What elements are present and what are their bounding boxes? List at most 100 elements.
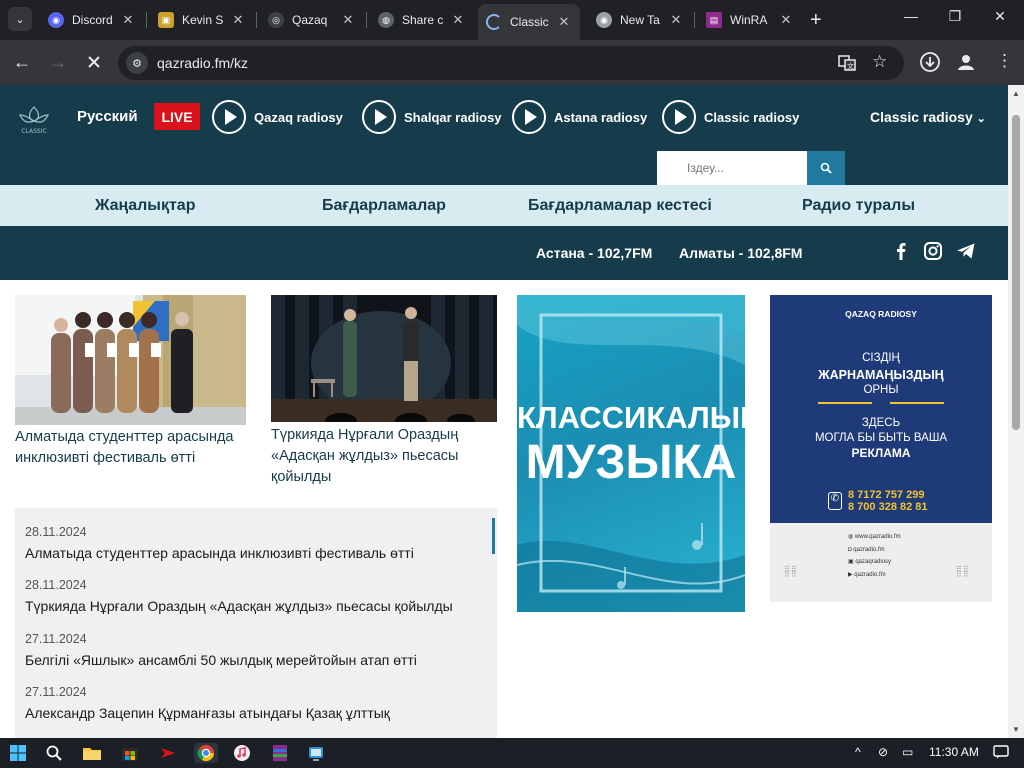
translate-icon[interactable]: 文: [838, 54, 856, 76]
tray-chevron-icon[interactable]: ^: [855, 745, 861, 759]
url-text[interactable]: qazradio.fm/kz: [157, 55, 248, 71]
notification-icon[interactable]: [993, 745, 1009, 762]
search-button[interactable]: [807, 151, 845, 185]
news-image-theatre[interactable]: [271, 295, 497, 422]
network-app-icon[interactable]: [306, 743, 326, 763]
address-bar[interactable]: ⚙ qazradio.fm/kz 文 ☆: [118, 46, 904, 80]
news-list-item-title[interactable]: Белгілі «Яшлык» ансамблі 50 жылдық мерей…: [25, 652, 417, 668]
profile-icon[interactable]: [955, 51, 977, 78]
close-tab-icon[interactable]: ✕: [230, 12, 246, 28]
ad-ru-line3: РЕКЛАМА: [851, 446, 911, 460]
tab-title: Classic: [510, 15, 549, 29]
tab-title: Discord: [72, 13, 113, 27]
news-list-item-title[interactable]: Александр Зацепин Құрманғазы атындағы Қа…: [25, 705, 390, 721]
search-input[interactable]: [657, 151, 807, 185]
news-list-scrollbar[interactable]: [492, 518, 495, 554]
browser-tab-strip: ⌄ ◉ Discord ✕ ▣ Kevin S ✕ ◎ Qazaq ✕ ◍ Sh…: [0, 0, 1024, 40]
news-image-festival[interactable]: [15, 295, 246, 425]
advertisement-banner[interactable]: QAZAQ RADIOSY СІЗДІҢ ЖАРНАМАҢЫЗДЫҢ ОРНЫ …: [770, 295, 992, 602]
app-red-icon[interactable]: [158, 743, 178, 763]
ad-ru-line2: МОГЛА БЫ БЫТЬ ВАША: [814, 432, 948, 444]
close-window-button[interactable]: ✕: [985, 8, 1015, 25]
news-date: 28.11.2024: [25, 578, 87, 592]
tab-winrar[interactable]: ▤ WinRA ✕: [698, 5, 802, 35]
radio-label: Shalqar radiosy: [404, 109, 502, 125]
discord-icon: ◉: [48, 12, 64, 28]
bookmark-star-icon[interactable]: ☆: [872, 52, 887, 72]
stop-loading-button[interactable]: [82, 54, 106, 75]
instagram-icon[interactable]: [922, 240, 944, 262]
banner-music-line1: КЛАССИКАЛЫҚ: [517, 400, 745, 435]
page-scrollbar[interactable]: ▲ ▼: [1008, 85, 1024, 738]
forward-button[interactable]: →: [46, 52, 70, 73]
ad-brand: QAZAQ RADIOSY: [845, 309, 917, 319]
phone-icon: ✆: [828, 492, 842, 510]
loading-icon: [486, 14, 502, 30]
itunes-icon[interactable]: [232, 743, 252, 763]
tab-classic[interactable]: Classic ✕: [478, 4, 580, 40]
radio-select-dropdown[interactable]: Classic radiosy ⌄: [870, 109, 986, 125]
live-badge[interactable]: LIVE: [154, 103, 200, 130]
play-icon[interactable]: [662, 100, 696, 134]
news-list-item-title[interactable]: Түркияда Нұрғали Ораздың «Адасқан жұлдыз…: [25, 598, 453, 614]
radio-qazaq-link[interactable]: Qazaq radiosy: [212, 100, 343, 134]
language-switch[interactable]: Русский: [77, 108, 138, 125]
tray-display-icon[interactable]: ▭: [902, 745, 913, 759]
play-icon[interactable]: [212, 100, 246, 134]
tab-share[interactable]: ◍ Share c ✕: [370, 5, 474, 35]
tab-qazaq[interactable]: ◎ Qazaq ✕: [260, 5, 364, 35]
search-icon[interactable]: [44, 743, 64, 763]
close-tab-icon[interactable]: ✕: [340, 12, 356, 28]
svg-text:文: 文: [847, 62, 854, 71]
frequency-astana: Астана - 102,7FM: [536, 245, 653, 261]
tab-search-button[interactable]: ⌄: [8, 7, 32, 31]
play-icon[interactable]: [362, 100, 396, 134]
tab-title: Qazaq: [292, 13, 328, 27]
search-box[interactable]: [657, 151, 807, 185]
download-icon[interactable]: [919, 51, 941, 78]
back-button[interactable]: ←: [10, 52, 34, 73]
tab-newtab[interactable]: ◉ New Ta ✕: [588, 5, 692, 35]
close-tab-icon[interactable]: ✕: [556, 14, 572, 30]
close-tab-icon[interactable]: ✕: [120, 12, 136, 28]
start-button[interactable]: [8, 743, 28, 763]
nav-about[interactable]: Радио туралы: [802, 197, 915, 215]
scroll-up-icon[interactable]: ▲: [1012, 89, 1020, 98]
news-title-festival[interactable]: Алматыда студенттер арасында инклюзивті …: [15, 427, 250, 469]
site-logo[interactable]: CLASSIC: [14, 105, 54, 135]
chrome-taskbar-icon[interactable]: [194, 743, 218, 763]
telegram-icon[interactable]: [955, 240, 977, 262]
tab-kevin[interactable]: ▣ Kevin S ✕: [150, 5, 254, 35]
radio-shalqar-link[interactable]: Shalqar radiosy: [362, 100, 502, 134]
restore-button[interactable]: ❐: [940, 8, 970, 25]
scrollbar-thumb[interactable]: [1012, 115, 1020, 430]
close-tab-icon[interactable]: ✕: [450, 12, 466, 28]
browser-menu-icon[interactable]: ⋮: [996, 51, 1013, 71]
new-tab-button[interactable]: +: [810, 10, 822, 30]
winrar-taskbar-icon[interactable]: [270, 743, 290, 763]
tab-title: Kevin S: [182, 13, 224, 27]
site-info-icon[interactable]: ⚙: [126, 52, 148, 74]
radio-classic-link[interactable]: Classic radiosy: [662, 100, 799, 134]
facebook-icon[interactable]: [890, 240, 912, 262]
radio-label: Qazaq radiosy: [254, 109, 343, 125]
tab-discord[interactable]: ◉ Discord ✕: [40, 5, 144, 35]
play-icon[interactable]: [512, 100, 546, 134]
nav-news[interactable]: Жаңалықтар: [95, 197, 195, 215]
classical-music-banner[interactable]: КЛАССИКАЛЫҚ МУЗЫКА: [517, 295, 745, 612]
scroll-down-icon[interactable]: ▼: [1012, 725, 1020, 734]
nav-schedule[interactable]: Бағдарламалар кестесі: [528, 197, 712, 215]
close-tab-icon[interactable]: ✕: [778, 12, 794, 28]
close-tab-icon[interactable]: ✕: [668, 12, 684, 28]
news-title-theatre[interactable]: Түркияда Нұрғали Ораздың «Адасқан жұлдыз…: [271, 425, 501, 488]
news-list-item-title[interactable]: Алматыда студенттер арасында инклюзивті …: [25, 545, 414, 561]
clock[interactable]: 11:30 AM: [929, 745, 979, 759]
tray-sync-icon[interactable]: ⊘: [878, 745, 888, 759]
ad-links: ◍ www.qazradio.fm ◘ qazradio.fm ▣ qazaqr…: [848, 534, 901, 578]
file-explorer-icon[interactable]: [82, 743, 102, 763]
ad-divider: [818, 402, 872, 404]
nav-programs[interactable]: Бағдарламалар: [322, 197, 446, 215]
minimize-button[interactable]: —: [896, 8, 926, 24]
radio-astana-link[interactable]: Astana radiosy: [512, 100, 647, 134]
store-icon[interactable]: [120, 743, 140, 763]
